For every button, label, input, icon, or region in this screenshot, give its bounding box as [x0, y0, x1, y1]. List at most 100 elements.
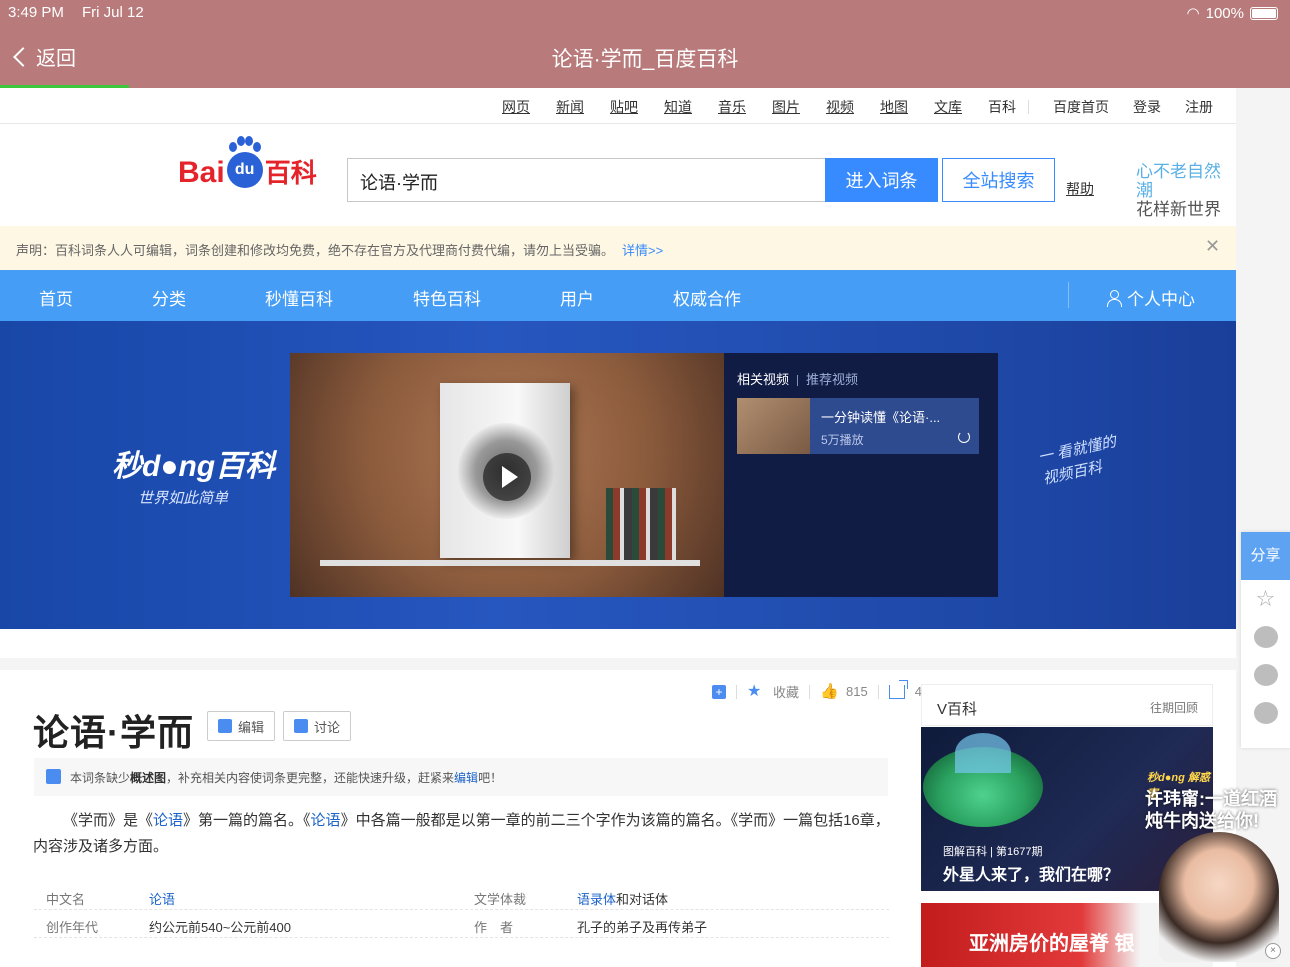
top-link-music[interactable]: 音乐	[718, 97, 746, 117]
article-title: 论语·学而	[33, 712, 194, 753]
info-value-link[interactable]: 论语	[149, 892, 175, 907]
info-key: 创作年代	[46, 920, 99, 935]
collect-label[interactable]: 收藏	[773, 682, 799, 701]
video-side-panel: 相关视频 推荐视频 一分钟读懂《论语·... 5万播放	[724, 353, 998, 597]
tip-text-3: 吧！	[478, 771, 503, 785]
battery-icon	[1250, 6, 1278, 20]
baidu-home-link[interactable]: 百度首页	[1053, 97, 1109, 117]
nav-category[interactable]: 分类	[152, 285, 186, 310]
page-title: 论语·学而_百度百科	[551, 48, 739, 71]
top-link-wenku[interactable]: 文库	[934, 97, 962, 117]
top-link-video[interactable]: 视频	[826, 97, 854, 117]
battery-percent: 100%	[1205, 4, 1244, 22]
discuss-button[interactable]: 讨论	[283, 711, 352, 741]
toolbar-divider	[809, 684, 811, 699]
enter-entry-button[interactable]: 进入词条	[825, 158, 938, 202]
user-center-link[interactable]: 个人中心	[1106, 285, 1195, 310]
ad-person-image	[1159, 832, 1279, 962]
replay-icon	[958, 431, 970, 443]
nav-users[interactable]: 用户	[560, 285, 594, 310]
register-link[interactable]: 注册	[1185, 97, 1213, 117]
wifi-icon: ◠	[1186, 5, 1200, 22]
edit-button[interactable]: 编辑	[207, 711, 276, 741]
share-icon[interactable]	[888, 679, 908, 699]
notice-more-link[interactable]: 详情>>	[622, 243, 663, 258]
main-nav: 首页 分类 秒懂百科 特色百科 用户 权威合作 个人中心	[0, 270, 1236, 321]
user-center-label: 个人中心	[1127, 290, 1195, 309]
basic-info-row: 创作年代 约公元前540~公元前400 作 者 孔子的弟子及再传弟子	[34, 910, 889, 938]
info-value-link[interactable]: 语录体	[577, 892, 616, 907]
para-text-2: 》第一篇的篇名。《	[183, 812, 311, 829]
baike-logo[interactable]: Bai du 百科	[178, 136, 317, 190]
nav-authority[interactable]: 权威合作	[673, 285, 741, 310]
status-date: Fri Jul 12	[82, 4, 144, 21]
top-nav-account: 百度首页 登录 注册	[1053, 97, 1213, 117]
notice-message: 声明：百科词条人人可编辑，词条创建和修改均免费，绝不存在官方及代理商付费代编，请…	[16, 243, 615, 258]
pencil-icon	[46, 769, 61, 784]
top-link-images[interactable]: 图片	[772, 97, 800, 117]
info-key: 作 者	[474, 920, 514, 935]
nav-featured[interactable]: 特色百科	[413, 285, 481, 310]
status-time: 3:49 PM	[8, 4, 64, 21]
video-thumbnail	[737, 398, 810, 454]
vbaike-card-episode: 图解百科 | 第1677期	[943, 846, 1043, 858]
lunyu-link[interactable]: 论语	[153, 812, 183, 829]
top-nav: 网页 新闻 贴吧 知道 音乐 图片 视频 地图 文库 百科 百度首页 登录 注册	[0, 88, 1236, 124]
floating-ad-text: 许玮甯:一道红酒 炖牛肉送给你!	[1145, 788, 1277, 832]
info-key: 中文名	[46, 892, 86, 907]
share-label[interactable]: 分享	[1241, 532, 1290, 580]
info-value: 语录体和对话体	[577, 889, 668, 908]
video-shelf-image	[320, 560, 700, 566]
close-icon[interactable]: ✕	[1205, 236, 1220, 257]
top-link-tieba[interactable]: 贴吧	[610, 97, 638, 117]
login-link[interactable]: 登录	[1133, 97, 1161, 117]
status-bar: 3:49 PM Fri Jul 12 ◠ 100%	[0, 0, 1290, 26]
top-link-zhidao[interactable]: 知道	[664, 97, 692, 117]
wechat-share-button[interactable]	[1241, 656, 1290, 694]
missing-image-tip: 本词条缺少概述图，补充相关内容使词条更完整，还能快速升级，赶紧来编辑吧！	[34, 758, 888, 796]
discuss-label: 讨论	[314, 719, 341, 735]
site-search-button[interactable]: 全站搜索	[942, 158, 1055, 202]
para-text-1: 《学而》是《	[63, 812, 154, 829]
favorite-share-button[interactable]: ☆	[1241, 580, 1290, 618]
tab-recommended-videos[interactable]: 推荐视频	[806, 372, 858, 387]
video-banner: 秒d●ng百科 世界如此简单 相关视频 推荐视频 一分钟读懂《论语·... 5万播…	[0, 321, 1236, 629]
logo-bai: Bai	[178, 156, 225, 189]
likes-count: 815	[846, 684, 868, 699]
related-video-card[interactable]: 一分钟读懂《论语·... 5万播放	[737, 398, 979, 454]
floating-ad[interactable]: 许玮甯:一道红酒 炖牛肉送给你! ×	[1145, 788, 1290, 967]
qq-share-button[interactable]	[1241, 694, 1290, 732]
browser-nav-bar: 返回 论语·学而_百度百科	[0, 26, 1290, 88]
nav-miaodong[interactable]: 秒懂百科	[265, 285, 333, 310]
close-icon[interactable]: ×	[1265, 943, 1281, 959]
play-icon[interactable]	[483, 453, 531, 501]
info-value: 论语	[149, 889, 175, 908]
share-sidebar: 分享 ☆	[1241, 532, 1290, 748]
top-link-map[interactable]: 地图	[880, 97, 908, 117]
article-content: + ★ 收藏 👍 815 43 论语·学而 编辑 讨论 本词条缺少概述图，补充相…	[0, 658, 1236, 967]
top-link-baike[interactable]: 百科	[988, 97, 1016, 117]
video-player[interactable]	[290, 353, 724, 597]
pencil-icon	[218, 719, 232, 733]
nav-divider	[1068, 282, 1069, 308]
tip-edit-link[interactable]: 编辑	[454, 771, 478, 785]
wechat-icon	[1253, 664, 1278, 686]
top-link-web[interactable]: 网页	[502, 97, 530, 117]
weibo-share-button[interactable]	[1241, 618, 1290, 656]
star-icon[interactable]: ★	[747, 683, 763, 700]
nav-home[interactable]: 首页	[39, 285, 73, 310]
user-icon	[1106, 289, 1122, 307]
add-icon[interactable]: +	[712, 684, 726, 699]
floating-ad-line1: 许玮甯:一道红酒	[1145, 789, 1277, 809]
web-page: 网页 新闻 贴吧 知道 音乐 图片 视频 地图 文库 百科 百度首页 登录 注册…	[0, 88, 1236, 967]
tab-related-videos[interactable]: 相关视频	[737, 372, 789, 387]
thumbs-up-icon[interactable]: 👍	[820, 683, 839, 700]
info-value-text: 和对话体	[616, 892, 669, 907]
vbaike-past-link[interactable]: 往期回顾	[1150, 699, 1198, 716]
top-link-news[interactable]: 新闻	[556, 97, 584, 117]
header-ad[interactable]: 心不老自然潮 花样新世界	[1136, 162, 1236, 219]
video-card-plays: 5万播放	[821, 433, 864, 447]
lunyu-link[interactable]: 论语	[311, 812, 341, 829]
help-link[interactable]: 帮助	[1066, 179, 1094, 199]
search-input[interactable]: 论语·学而	[347, 158, 825, 202]
